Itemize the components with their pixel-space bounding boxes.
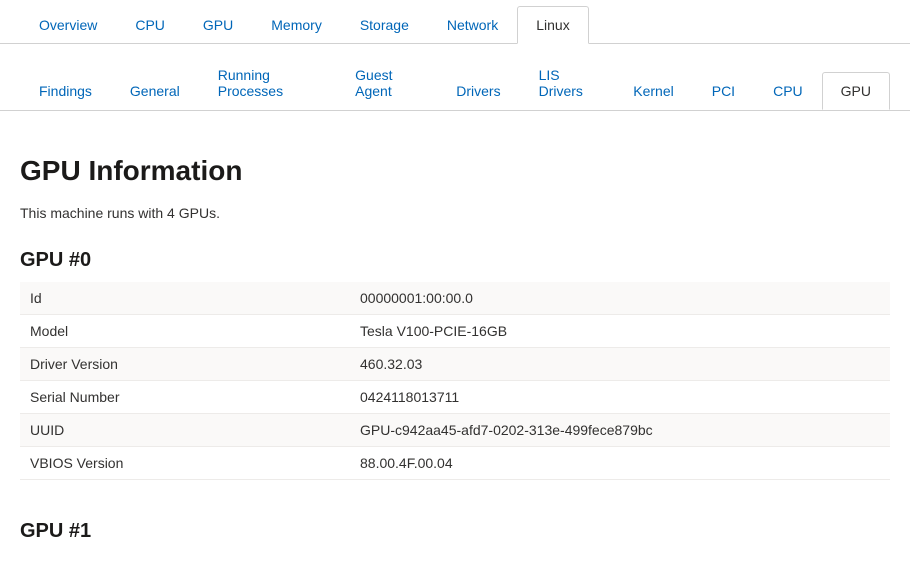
content-area: GPU Information This machine runs with 4… [0, 111, 910, 573]
table-row: Serial Number0424118013711 [20, 381, 890, 414]
property-value: Tesla V100-PCIE-16GB [350, 315, 890, 348]
property-value: 460.32.03 [350, 348, 890, 381]
tab-cpu[interactable]: CPU [116, 6, 184, 43]
subtab-guest-agent[interactable]: Guest Agent [336, 56, 437, 109]
subtab-findings[interactable]: Findings [20, 72, 111, 109]
property-value: 00000001:00:00.0 [350, 282, 890, 315]
subtab-kernel[interactable]: Kernel [614, 72, 692, 109]
property-value: GPU-c942aa45-afd7-0202-313e-499fece879bc [350, 414, 890, 447]
subtab-running-processes[interactable]: Running Processes [199, 56, 336, 109]
gpu-section-heading: GPU #1 [20, 520, 890, 543]
property-label: Id [20, 282, 350, 315]
table-row: Driver Version460.32.03 [20, 348, 890, 381]
subtab-drivers[interactable]: Drivers [437, 72, 519, 109]
table-row: VBIOS Version88.00.4F.00.04 [20, 447, 890, 480]
gpu-section-heading: GPU #0 [20, 249, 890, 272]
subtab-cpu[interactable]: CPU [754, 72, 822, 109]
primary-tab-row: OverviewCPUGPUMemoryStorageNetworkLinux [0, 0, 910, 43]
gpu-info-table: Id00000001:00:00.0ModelTesla V100-PCIE-1… [20, 282, 890, 480]
tab-overview[interactable]: Overview [20, 6, 116, 43]
secondary-tab-row: FindingsGeneralRunning ProcessesGuest Ag… [0, 44, 910, 110]
tab-memory[interactable]: Memory [252, 6, 341, 43]
tab-linux[interactable]: Linux [517, 6, 588, 44]
subtab-pci[interactable]: PCI [693, 72, 754, 109]
tab-storage[interactable]: Storage [341, 6, 428, 43]
table-row: Id00000001:00:00.0 [20, 282, 890, 315]
tab-network[interactable]: Network [428, 6, 517, 43]
table-row: ModelTesla V100-PCIE-16GB [20, 315, 890, 348]
property-value: 0424118013711 [350, 381, 890, 414]
property-value: 88.00.4F.00.04 [350, 447, 890, 480]
page-title: GPU Information [20, 155, 890, 187]
property-label: Serial Number [20, 381, 350, 414]
page-description: This machine runs with 4 GPUs. [20, 205, 890, 221]
property-label: VBIOS Version [20, 447, 350, 480]
subtab-gpu[interactable]: GPU [822, 72, 890, 110]
property-label: Model [20, 315, 350, 348]
property-label: Driver Version [20, 348, 350, 381]
property-label: UUID [20, 414, 350, 447]
table-row: UUIDGPU-c942aa45-afd7-0202-313e-499fece8… [20, 414, 890, 447]
tab-gpu[interactable]: GPU [184, 6, 252, 43]
subtab-general[interactable]: General [111, 72, 199, 109]
subtab-lis-drivers[interactable]: LIS Drivers [520, 56, 615, 109]
